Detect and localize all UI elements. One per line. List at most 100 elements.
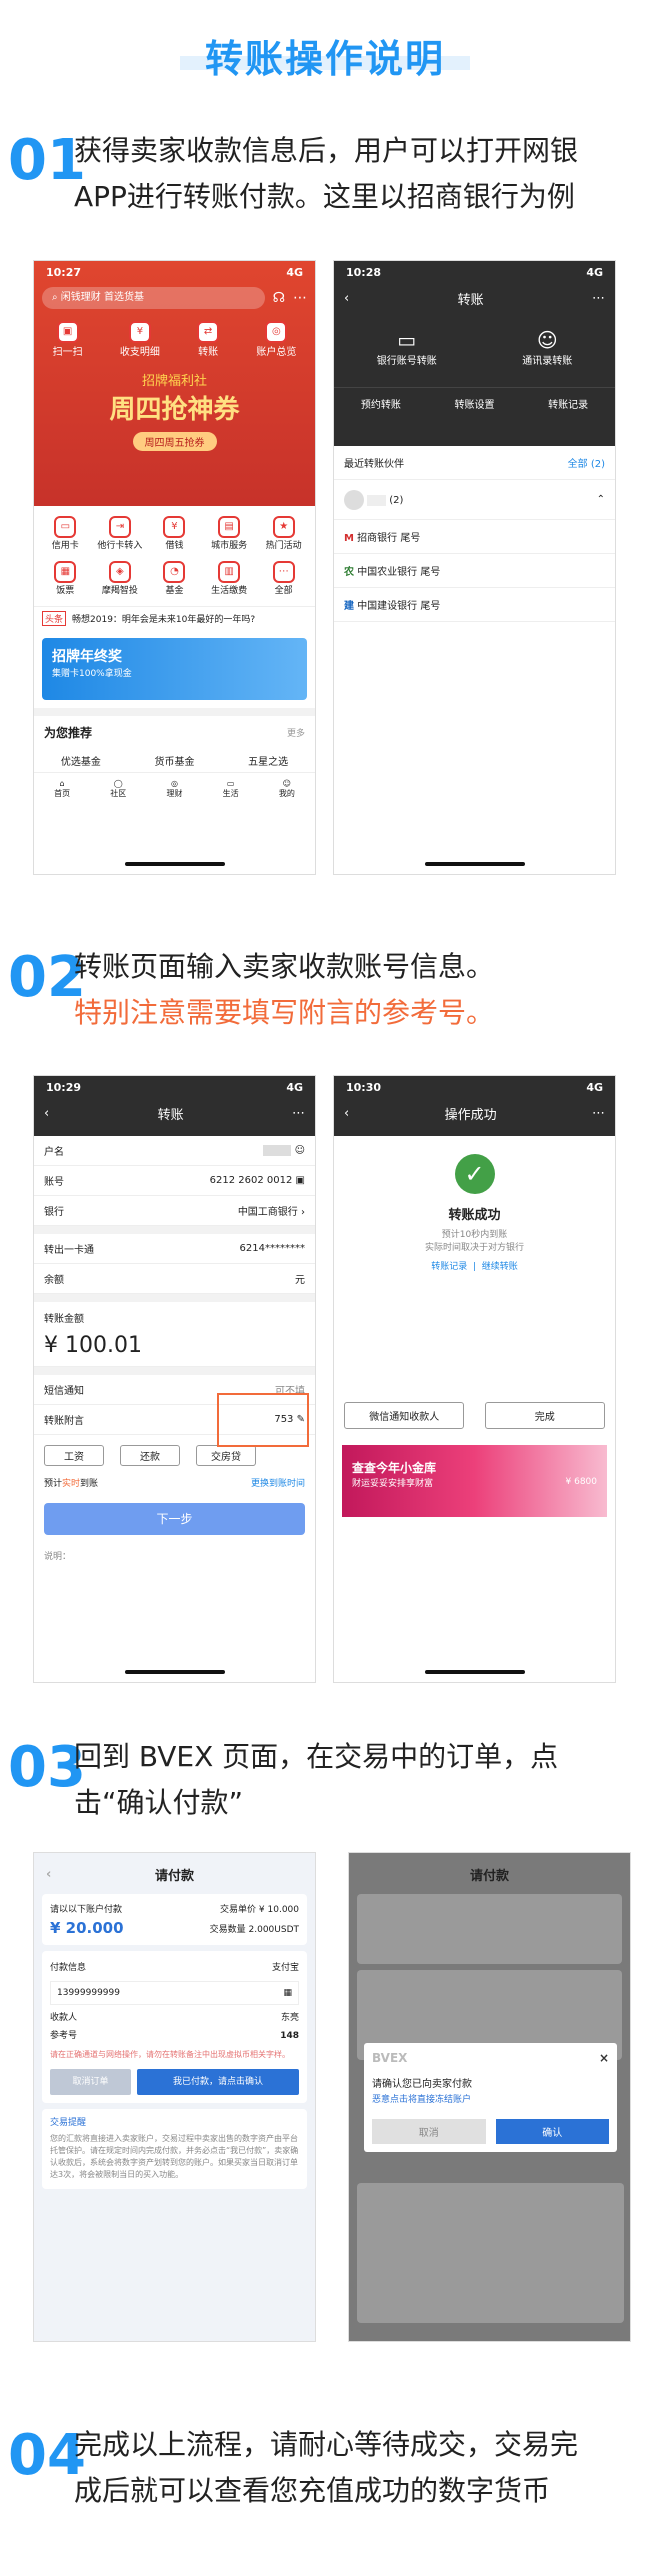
meal-icon: ▦	[54, 561, 77, 583]
fund-icon: ◔	[163, 561, 186, 583]
robo-icon: ◈	[108, 561, 131, 583]
memo-field[interactable]: 转账附言 753 ✎	[34, 1393, 315, 1447]
city-icon: ▤	[218, 516, 241, 538]
tab-scheduled[interactable]: 预约转账	[361, 396, 401, 411]
partner-item[interactable]: 建 中国建设银行 尾号	[334, 588, 615, 622]
menu-icon[interactable]: ⋯	[592, 291, 605, 306]
tab-money-fund[interactable]: 货币基金	[154, 753, 194, 768]
step-3-line1: 回到 BVEX 页面，在交易中的订单，点	[74, 1740, 559, 1773]
year-end-banner[interactable]: 招牌年终奖 集赠卡100%拿现金	[42, 638, 307, 700]
next-button[interactable]: 下一步	[44, 1503, 305, 1535]
grid-item[interactable]: ◔ 基金	[147, 561, 202, 596]
partner-item[interactable]: M 招商银行 尾号	[334, 520, 615, 554]
quick-overview[interactable]: ◎ 账户总览	[256, 321, 296, 358]
contact-icon[interactable]: ☺	[295, 1145, 305, 1156]
back-icon[interactable]: ‹	[46, 1867, 51, 1882]
card-icon: ▭	[397, 328, 417, 352]
quick-transfer[interactable]: ⇄ 转账	[197, 321, 220, 358]
note-label: 说明：	[44, 1552, 72, 1562]
cancel-order-button[interactable]: 取消订单	[50, 2069, 131, 2095]
tab-five-star[interactable]: 五星之选	[248, 753, 288, 768]
contacts-transfer[interactable]: ☺ 通讯录转账	[522, 328, 572, 367]
section-title: 为您推荐	[44, 726, 93, 740]
bank-field[interactable]: 银行 中国工商银行 ›	[34, 1196, 315, 1226]
payee-name-field[interactable]: 户名 ■■■ ☺	[34, 1136, 315, 1166]
grid-item[interactable]: ★ 热门活动	[256, 516, 311, 551]
scan-icon[interactable]: ▣	[296, 1175, 305, 1186]
bvex-logo: BVEX	[372, 2051, 408, 2065]
from-card-field[interactable]: 转出一卡通 6214********	[34, 1234, 315, 1264]
phone-transfer-form: 10:29 4G ‹ 转账 ⋯ 户名 ■■■ ☺ 账号 6212 2602 0012 …	[33, 1075, 316, 1683]
quick-scan[interactable]: ▣ 扫一扫	[53, 321, 83, 358]
grid-item[interactable]: ⇥ 他行卡转入	[93, 516, 148, 551]
pay-amount: ¥ 20.000	[50, 1919, 124, 1937]
change-time-link[interactable]: 更换到账时间	[251, 1476, 305, 1489]
close-icon[interactable]: ×	[599, 2051, 609, 2065]
grid-item[interactable]: ▤ 城市服务	[202, 516, 257, 551]
wechat-notify-button[interactable]: 微信通知收款人	[344, 1402, 465, 1429]
tab-settings[interactable]: 转账设置	[454, 396, 494, 411]
nav-community[interactable]: ◯ 社区	[110, 779, 126, 799]
records-link[interactable]: 转账记录	[431, 1262, 467, 1272]
grid-item[interactable]: ▭ 信用卡	[38, 516, 93, 551]
back-icon[interactable]: ‹	[344, 291, 349, 306]
abc-logo-icon: 农	[344, 567, 354, 578]
nav-life[interactable]: ▭ 生活	[223, 779, 239, 799]
partner-item[interactable]: 农 中国农业银行 尾号	[334, 554, 615, 588]
menu-icon[interactable]: ⋯	[592, 1106, 605, 1121]
all-icon: ⋯	[272, 561, 295, 583]
step-3-line2: 击“确认付款”	[74, 1786, 244, 1819]
continue-link[interactable]: 继续转账	[482, 1262, 518, 1272]
bvex-confirm-dialog-page: 请付款 BVEX × 请确认您已向卖家付款 恶意点击将直接冻结账户 取消 确认	[348, 1852, 631, 2342]
quick-bills[interactable]: ¥ 收支明细	[120, 321, 160, 358]
nav-wealth[interactable]: ◎ 理财	[166, 779, 182, 799]
grid-item[interactable]: ▥ 生活缴费	[202, 561, 257, 596]
grid-item[interactable]: ⋯ 全部	[256, 561, 311, 596]
headset-icon[interactable]: ☊	[273, 290, 285, 306]
ccb-logo-icon: 建	[344, 601, 354, 612]
memo-highlight-box	[217, 1393, 309, 1447]
tab-records[interactable]: 转账记录	[548, 396, 588, 411]
bank-account-transfer[interactable]: ▭ 银行账号转账	[377, 328, 437, 367]
partner-group[interactable]: ■■ (2) ⌃	[334, 480, 615, 520]
more-link[interactable]: 更多	[287, 726, 305, 739]
dialog-cancel-button[interactable]: 取消	[372, 2119, 486, 2144]
confirm-dialog: BVEX × 请确认您已向卖家付款 恶意点击将直接冻结账户 取消 确认	[364, 2043, 617, 2152]
back-icon[interactable]: ‹	[344, 1106, 349, 1121]
nav-mine[interactable]: ☺ 我的	[279, 779, 295, 799]
all-link[interactable]: 全部 (2)	[568, 455, 605, 470]
step-2-line2: 特别注意需要填写附言的参考号。	[74, 996, 495, 1029]
tab-fund[interactable]: 优选基金	[61, 753, 101, 768]
done-button[interactable]: 完成	[484, 1402, 605, 1429]
contacts-icon: ☺	[536, 328, 558, 352]
more-icon[interactable]: ⋯	[293, 290, 307, 306]
nav-home[interactable]: ⌂ 首页	[54, 779, 70, 799]
status-time: 10:29	[46, 1080, 82, 1094]
back-icon[interactable]: ‹	[44, 1106, 49, 1121]
menu-icon[interactable]: ⋯	[292, 1106, 305, 1121]
chip-mortgage[interactable]: 交房贷	[196, 1445, 256, 1466]
amount-field[interactable]: 转账金额 ¥ 100.01	[34, 1302, 315, 1367]
qrcode-icon[interactable]: ▦	[283, 1984, 292, 2002]
bills-icon: ¥	[128, 321, 151, 343]
chip-salary[interactable]: 工资	[44, 1445, 104, 1466]
status-signal: 4G	[586, 1080, 603, 1094]
reference-number: 148	[280, 2031, 299, 2041]
user-icon: ☺	[282, 779, 292, 788]
search-input[interactable]: ⌕ 闲钱理财 首选货基	[42, 287, 265, 309]
chip-repay[interactable]: 还款	[120, 1445, 180, 1466]
step-4-line1: 完成以上流程，请耐心等待成交，交易完	[74, 2428, 579, 2461]
grid-item[interactable]: ◈ 摩羯智投	[93, 561, 148, 596]
cmb-logo-icon: M	[344, 533, 354, 544]
ad-banner[interactable]: 查查今年小金库 财运妥妥安排享财富 ¥ 6800	[342, 1445, 607, 1517]
dialog-confirm-button[interactable]: 确认	[495, 2119, 609, 2144]
grid-item[interactable]: ¥ 借钱	[147, 516, 202, 551]
tips-title: 交易提醒	[50, 2118, 87, 2128]
grid-item[interactable]: ▦ 饭票	[38, 561, 93, 596]
confirm-payment-button[interactable]: 我已付款，请点击确认	[137, 2069, 299, 2095]
promo-banner[interactable]: 招牌福利社 周四抢神券 周四周五抢券	[34, 370, 315, 451]
balance-row: 余额元	[34, 1264, 315, 1294]
account-field[interactable]: 账号 6212 2602 0012 ▣	[34, 1166, 315, 1196]
avatar	[344, 489, 364, 510]
news-row[interactable]: 头条 畅想2019：明年会是未来10年最好的一年吗?	[34, 606, 315, 630]
